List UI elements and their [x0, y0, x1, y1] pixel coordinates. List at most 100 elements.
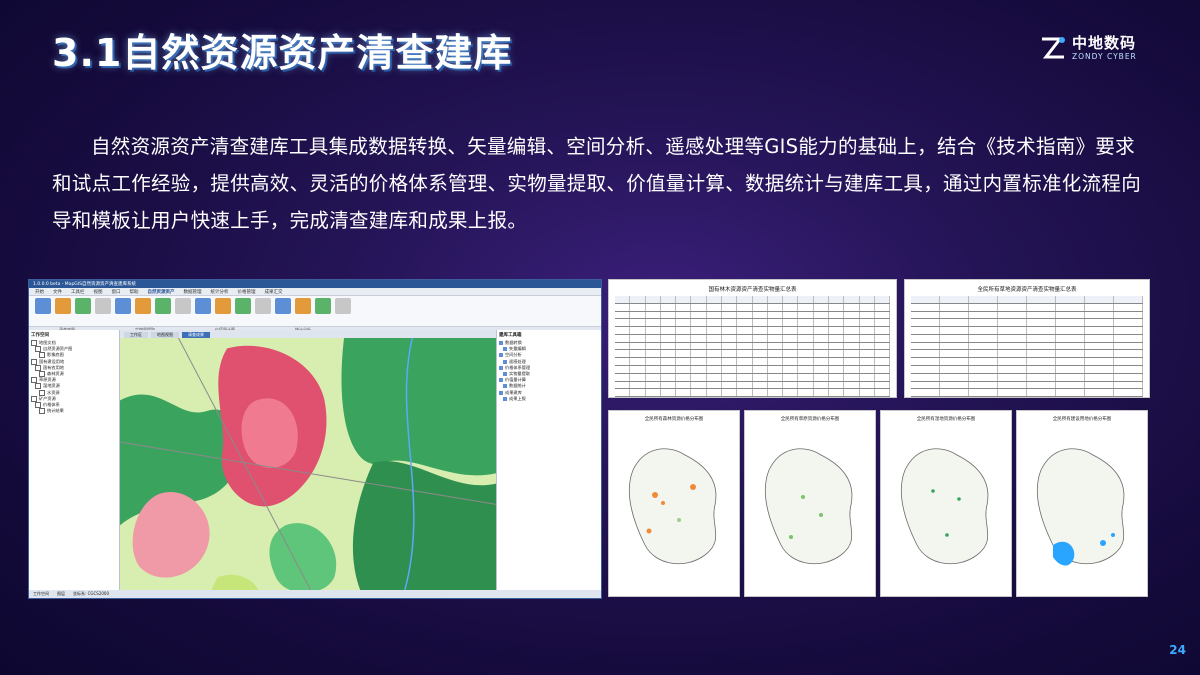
table-cell	[737, 311, 753, 319]
table-cell	[783, 397, 798, 398]
ribbon-tool-icon[interactable]	[155, 298, 171, 314]
window-titlebar: 1.0.0.0 beta - MapGIS自然资源资产清查建库系统	[29, 280, 601, 288]
ribbon-tab[interactable]: 视图	[94, 289, 103, 295]
ribbon-tab[interactable]: 工具栏	[71, 289, 85, 295]
table-cell	[1056, 366, 1085, 373]
tool-icon	[499, 341, 503, 346]
checkbox-icon[interactable]	[39, 408, 45, 415]
checkbox-icon[interactable]	[31, 340, 37, 347]
ribbon-tab[interactable]: 帮助	[130, 289, 139, 295]
table-cell	[630, 373, 646, 381]
table-cell	[911, 327, 940, 334]
table-cell	[1085, 381, 1114, 389]
ribbon-tool-icon[interactable]	[135, 298, 151, 314]
table-cell	[737, 350, 753, 358]
checkbox-icon[interactable]	[35, 401, 41, 408]
map-view[interactable]: 工作区 地图视图 清查成果	[120, 330, 496, 590]
tool-icon	[503, 396, 507, 401]
table-cell	[969, 296, 998, 303]
table-cell	[1027, 327, 1056, 334]
ribbon-tab[interactable]: 开始	[35, 289, 44, 295]
ribbon-tab[interactable]: 数据管理	[184, 289, 202, 295]
table-cell	[707, 350, 722, 358]
table-cell	[722, 397, 737, 398]
table-cell	[1027, 389, 1056, 397]
table-cell	[798, 350, 814, 358]
checkbox-icon[interactable]	[35, 364, 41, 371]
toolbox-item[interactable]: 成果上报	[499, 396, 599, 402]
table-cell	[860, 389, 875, 397]
table-cell	[860, 350, 875, 358]
toolbox-item-label: 数据统计	[509, 383, 526, 389]
table-cell	[737, 327, 753, 334]
ribbon-tab[interactable]: 文件	[53, 289, 62, 295]
ribbon-tool-icon[interactable]	[75, 298, 91, 314]
ribbon-tab[interactable]: 统计分析	[211, 289, 229, 295]
table-cell	[998, 373, 1027, 381]
ribbon-tool-icon[interactable]	[115, 298, 131, 314]
table-cell	[813, 296, 829, 303]
status-item: 图层	[57, 591, 65, 596]
table-cell	[707, 366, 722, 373]
checkbox-icon[interactable]	[39, 352, 45, 359]
checkbox-icon[interactable]	[39, 389, 45, 396]
table-cell	[829, 389, 845, 397]
checkbox-icon[interactable]	[35, 346, 41, 353]
toolbox-list: 数据转换 矢量编辑 空间分析 遥感处理 价格体系管理 实物量提取 价值量计算 数据统计 成果建库…	[499, 340, 599, 402]
ribbon-tool-icon[interactable]	[215, 298, 231, 314]
ribbon-tool-icon[interactable]	[295, 298, 311, 314]
table-cell	[1114, 373, 1143, 381]
ribbon-tool-icon[interactable]	[335, 298, 351, 314]
table-cell	[676, 381, 692, 389]
ribbon-tool-icon[interactable]	[55, 298, 71, 314]
table-cell	[1085, 311, 1114, 319]
ribbon-tab[interactable]: 成果汇交	[265, 289, 283, 295]
table-cell	[829, 381, 845, 389]
table-cell	[660, 296, 677, 303]
zondy-logo-icon	[1042, 37, 1065, 59]
map-card-2: 全民所有草原资源价格分布图	[744, 410, 876, 597]
table-cell	[676, 350, 692, 358]
table-cell	[1056, 358, 1085, 366]
tool-icon	[503, 347, 507, 352]
checkbox-icon[interactable]	[35, 383, 41, 390]
table-cell	[661, 327, 677, 334]
ribbon-tool-icon[interactable]	[235, 298, 251, 314]
table-row	[615, 389, 891, 397]
table-cell	[829, 358, 845, 366]
ribbon-tool-icon[interactable]	[195, 298, 211, 314]
land-use-map[interactable]	[120, 338, 496, 590]
ribbon-tab[interactable]: 自然资源资产	[148, 289, 175, 295]
tree-item[interactable]: 统计结果	[31, 408, 117, 415]
table-cell	[844, 350, 860, 358]
ribbon-tool-icon[interactable]	[275, 298, 291, 314]
table-cell	[844, 342, 860, 350]
table-cell	[998, 342, 1027, 350]
checkbox-icon[interactable]	[31, 377, 37, 384]
table-cell	[753, 303, 768, 311]
ribbon-tab[interactable]: 价格管理	[238, 289, 256, 295]
ribbon-tool-icon[interactable]	[175, 298, 191, 314]
ribbon-tool-icon[interactable]	[95, 298, 111, 314]
ribbon-tool-icon[interactable]	[315, 298, 331, 314]
ribbon-tool-icon[interactable]	[255, 298, 271, 314]
map-card-3: 全民所有湿地资源价格分布图	[880, 410, 1012, 597]
checkbox-icon[interactable]	[31, 395, 37, 402]
table-cell	[1056, 397, 1085, 398]
status-item: 坐标系: CGCS2000	[73, 591, 110, 596]
ribbon-tool-icon[interactable]	[35, 298, 51, 314]
ribbon-tab[interactable]: 窗口	[112, 289, 121, 295]
table-cell	[969, 319, 998, 327]
table-cell	[998, 311, 1027, 319]
table-cell	[691, 389, 707, 397]
table-cell	[768, 397, 783, 398]
toolbox-item-label: 成果上报	[509, 395, 526, 401]
table-cell	[768, 319, 784, 327]
table-cell	[646, 381, 661, 389]
table-cell	[615, 358, 631, 366]
table-cell	[1056, 389, 1085, 397]
checkbox-icon[interactable]	[31, 358, 37, 365]
toolbox-panel-title: 建库工具箱	[499, 333, 522, 338]
table-cell	[676, 311, 692, 319]
table-cell	[998, 303, 1027, 311]
